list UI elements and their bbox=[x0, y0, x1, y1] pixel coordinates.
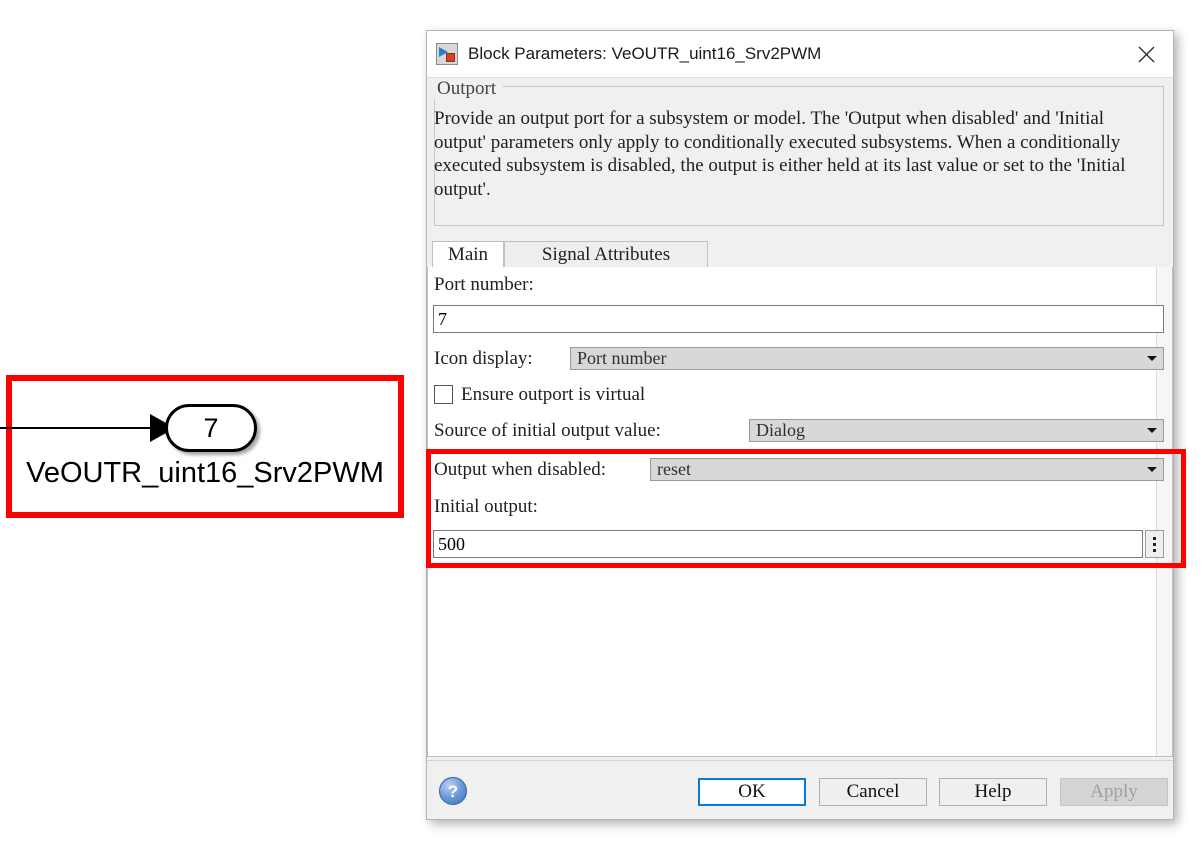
source-initial-output-label: Source of initial output value: bbox=[434, 420, 661, 441]
icon-display-dropdown[interactable]: Port number bbox=[570, 347, 1164, 370]
dialog-form-panel bbox=[427, 267, 1173, 757]
cancel-button[interactable]: Cancel bbox=[819, 778, 927, 806]
help-button[interactable]: Help bbox=[939, 778, 1047, 806]
ok-button[interactable]: OK bbox=[698, 778, 806, 806]
ok-button-label: OK bbox=[738, 781, 766, 802]
signal-line bbox=[0, 427, 163, 429]
initial-output-label: Initial output: bbox=[434, 496, 538, 517]
tab-main[interactable]: Main bbox=[432, 241, 504, 268]
output-when-disabled-dropdown[interactable]: reset bbox=[650, 458, 1164, 481]
ensure-outport-virtual-checkbox[interactable] bbox=[434, 385, 453, 404]
source-initial-output-value: Dialog bbox=[756, 420, 805, 440]
dialog-title-bar: Block Parameters: VeOUTR_uint16_Srv2PWM bbox=[427, 31, 1173, 78]
dialog-title: Block Parameters: VeOUTR_uint16_Srv2PWM bbox=[468, 44, 822, 63]
output-when-disabled-value: reset bbox=[657, 459, 691, 479]
simulink-outport-icon bbox=[436, 43, 458, 65]
close-icon[interactable] bbox=[1119, 31, 1173, 77]
apply-button: Apply bbox=[1060, 778, 1168, 806]
outport-description-text: Provide an output port for a subsystem o… bbox=[434, 108, 1126, 200]
icon-display-value: Port number bbox=[577, 348, 667, 368]
port-number-input[interactable] bbox=[433, 305, 1164, 333]
tab-signal-attributes-label: Signal Attributes bbox=[541, 243, 671, 265]
outport-port-number: 7 bbox=[203, 412, 219, 443]
icon-display-label: Icon display: bbox=[434, 348, 533, 369]
outport-block-label: VeOUTR_uint16_Srv2PWM bbox=[26, 457, 384, 489]
chevron-down-icon bbox=[1141, 428, 1163, 433]
vertical-ellipsis-icon[interactable] bbox=[1145, 530, 1164, 558]
tab-signal-attributes[interactable]: Signal Attributes bbox=[504, 241, 708, 268]
outport-description-legend: Outport bbox=[431, 79, 504, 99]
form-scrollbar[interactable] bbox=[1156, 267, 1172, 756]
source-initial-output-dropdown[interactable]: Dialog bbox=[749, 419, 1164, 442]
dialog-tab-strip: Main Signal Attributes bbox=[427, 241, 1173, 268]
outport-block-shape[interactable]: 7 bbox=[165, 404, 257, 452]
help-circle-icon[interactable]: ? bbox=[439, 777, 467, 805]
apply-button-label: Apply bbox=[1090, 781, 1138, 802]
tab-main-label: Main bbox=[447, 243, 489, 265]
initial-output-input[interactable] bbox=[433, 530, 1143, 558]
dialog-footer: ? OK Cancel Help Apply bbox=[427, 760, 1173, 818]
output-when-disabled-label: Output when disabled: bbox=[434, 459, 607, 480]
ensure-outport-virtual-label: Ensure outport is virtual bbox=[461, 384, 646, 405]
port-number-label: Port number: bbox=[434, 274, 534, 295]
chevron-down-icon bbox=[1141, 467, 1163, 472]
chevron-down-icon bbox=[1141, 356, 1163, 361]
cancel-button-label: Cancel bbox=[846, 781, 900, 802]
help-button-label: Help bbox=[974, 781, 1012, 802]
